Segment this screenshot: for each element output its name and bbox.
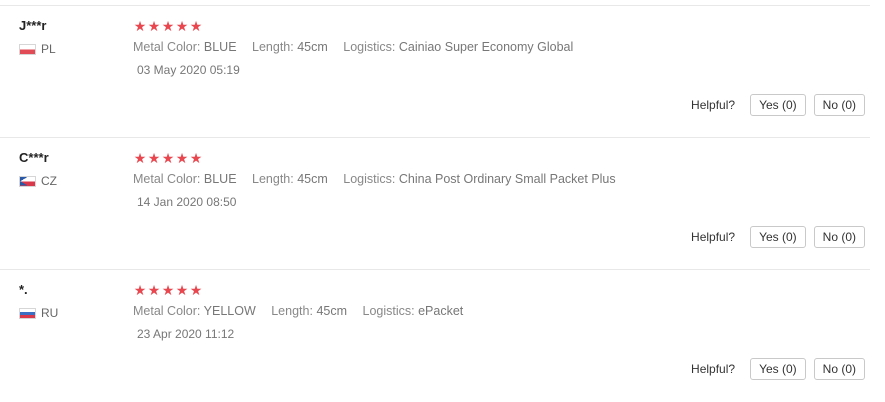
review-list: J***r PL ★ ★ ★ ★ ★ Metal Color: BLUE Len… [0, 0, 885, 401]
attribute-label: Metal Color: [133, 172, 201, 186]
attribute-value: YELLOW [203, 304, 256, 318]
helpful-no-button[interactable]: No (0) [813, 226, 865, 248]
helpful-no-button[interactable]: No (0) [813, 358, 865, 380]
attribute-label: Metal Color: [133, 40, 201, 54]
star-icon: ★ [147, 282, 161, 298]
star-icon: ★ [147, 18, 161, 34]
attribute-label: Metal Color: [133, 304, 201, 318]
helpful-yes-button[interactable]: Yes (0) [750, 226, 806, 248]
star-icon: ★ [175, 150, 189, 166]
country-code: PL [41, 42, 56, 56]
reviewer-country: RU [19, 306, 58, 320]
reviewer-name: *. [19, 282, 28, 297]
star-icon: ★ [189, 150, 203, 166]
reviewer-name: J***r [19, 18, 47, 33]
review-date: 14 Jan 2020 08:50 [137, 195, 237, 209]
poland-flag-icon [19, 43, 36, 55]
czech-flag-icon [19, 175, 36, 187]
helpful-label: Helpful? [691, 362, 736, 376]
order-attributes: Metal Color: BLUE Length: 45cm Logistics… [133, 172, 628, 186]
attribute-value: BLUE [203, 40, 237, 54]
reviewer-country: CZ [19, 174, 57, 188]
attribute-label: Logistics: [343, 40, 396, 54]
helpful-vote: Helpful? Yes (0) No (0) [691, 226, 865, 248]
star-icon: ★ [175, 18, 189, 34]
reviewer-country: PL [19, 42, 56, 56]
country-code: CZ [41, 174, 57, 188]
star-rating: ★ ★ ★ ★ ★ [133, 283, 203, 297]
helpful-yes-button[interactable]: Yes (0) [750, 94, 806, 116]
attribute-label: Logistics: [362, 304, 415, 318]
attribute-value: China Post Ordinary Small Packet Plus [398, 172, 616, 186]
helpful-label: Helpful? [691, 98, 736, 112]
attribute-label: Length: [252, 40, 294, 54]
helpful-vote: Helpful? Yes (0) No (0) [691, 94, 865, 116]
star-icon: ★ [175, 282, 189, 298]
star-icon: ★ [161, 282, 175, 298]
attribute-value: 45cm [316, 304, 348, 318]
attribute-value: ePacket [418, 304, 464, 318]
review-item: J***r PL ★ ★ ★ ★ ★ Metal Color: BLUE Len… [0, 6, 885, 138]
attribute-label: Logistics: [343, 172, 396, 186]
star-icon: ★ [189, 282, 203, 298]
order-attributes: Metal Color: YELLOW Length: 45cm Logisti… [133, 304, 475, 318]
star-icon: ★ [133, 150, 147, 166]
helpful-no-button[interactable]: No (0) [813, 94, 865, 116]
attribute-label: Length: [271, 304, 313, 318]
star-rating: ★ ★ ★ ★ ★ [133, 19, 203, 33]
order-attributes: Metal Color: BLUE Length: 45cm Logistics… [133, 40, 585, 54]
star-icon: ★ [147, 150, 161, 166]
star-rating: ★ ★ ★ ★ ★ [133, 151, 203, 165]
attribute-value: Cainiao Super Economy Global [398, 40, 574, 54]
star-icon: ★ [161, 18, 175, 34]
review-date: 23 Apr 2020 11:12 [137, 327, 235, 341]
attribute-value: 45cm [297, 40, 328, 54]
review-item: *. RU ★ ★ ★ ★ ★ Metal Color: YELLOW Leng… [0, 270, 885, 402]
star-icon: ★ [133, 18, 147, 34]
star-icon: ★ [189, 18, 203, 34]
star-icon: ★ [161, 150, 175, 166]
attribute-value: 45cm [297, 172, 328, 186]
russia-flag-icon [19, 307, 36, 319]
review-item: C***r CZ ★ ★ ★ ★ ★ Metal Color: BLUE Len… [0, 138, 885, 270]
helpful-yes-button[interactable]: Yes (0) [750, 358, 806, 380]
helpful-label: Helpful? [691, 230, 736, 244]
country-code: RU [41, 306, 59, 320]
attribute-label: Length: [252, 172, 294, 186]
review-date: 03 May 2020 05:19 [137, 63, 240, 77]
reviewer-name: C***r [19, 150, 49, 165]
attribute-value: BLUE [203, 172, 237, 186]
star-icon: ★ [133, 282, 147, 298]
helpful-vote: Helpful? Yes (0) No (0) [691, 358, 865, 380]
